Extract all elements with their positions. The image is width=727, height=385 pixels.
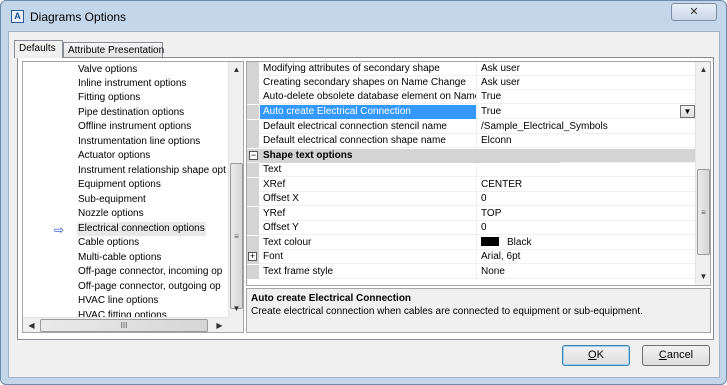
property-value[interactable] — [478, 163, 696, 177]
property-row[interactable]: YRef TOP — [247, 207, 696, 221]
tree-item-instrument-relationship-shape-options[interactable]: Instrument relationship shape opt — [77, 164, 227, 178]
grid-vscroll-thumb[interactable]: ≡ — [697, 169, 710, 255]
property-value[interactable]: CENTER — [478, 178, 696, 192]
property-row[interactable]: XRef CENTER — [247, 178, 696, 192]
defaults-tab-panel: Valve options Inline instrument options … — [17, 57, 714, 340]
title-bar[interactable]: A Diagrams Options ✕ — [1, 1, 726, 31]
tree-hscroll-thumb[interactable]: III — [40, 319, 208, 332]
property-value[interactable]: /Sample_Electrical_Symbols — [478, 120, 696, 134]
property-name: Default electrical connection stencil na… — [260, 120, 477, 134]
expand-icon[interactable]: + — [248, 252, 257, 261]
dialog-body: Attribute Presentation Defaults Valve op… — [8, 31, 720, 378]
property-value[interactable]: TOP — [478, 207, 696, 221]
property-row[interactable]: Default electrical connection shape name… — [247, 134, 696, 148]
property-name: Text colour — [260, 236, 477, 250]
property-value[interactable]: Arial, 6pt — [478, 250, 696, 264]
property-grid: Modifying attributes of secondary shape … — [246, 61, 711, 286]
tree-item-hvac-fitting-options[interactable]: HVAC fitting options — [77, 309, 168, 317]
tree-horizontal-scrollbar[interactable]: ◀ III ▶ — [23, 317, 228, 332]
scroll-down-arrow-icon[interactable]: ▼ — [696, 270, 710, 284]
color-swatch — [481, 236, 499, 246]
tree-vertical-scrollbar[interactable]: ▲ ≡ ▼ — [228, 62, 243, 317]
property-row[interactable]: Offset X 0 — [247, 192, 696, 206]
tree-item-hvac-line-options[interactable]: HVAC line options — [77, 294, 159, 308]
scrollbar-corner — [228, 317, 243, 332]
text-colour-value: Black — [507, 237, 532, 248]
tree-item-cable-options[interactable]: Cable options — [77, 236, 140, 250]
scroll-up-arrow-icon[interactable]: ▲ — [229, 63, 243, 77]
property-value[interactable]: True — [478, 90, 696, 104]
property-description-panel: Auto create Electrical Connection Create… — [246, 288, 711, 333]
tab-defaults[interactable]: Defaults — [14, 40, 63, 58]
property-name: Auto create Electrical Connection — [260, 105, 477, 119]
scroll-up-arrow-icon[interactable]: ▲ — [696, 63, 710, 77]
tree-item-sub-equipment[interactable]: Sub-equipment — [77, 193, 147, 207]
property-name: Offset X — [260, 192, 477, 206]
category-row-shape-text-options[interactable]: − Shape text options — [247, 149, 696, 163]
tree-item-offline-instrument-options[interactable]: Offline instrument options — [77, 120, 192, 134]
dropdown-arrow-icon[interactable]: ▼ — [680, 105, 695, 118]
property-name: Text — [260, 163, 477, 177]
tree-vscroll-thumb[interactable]: ≡ — [230, 163, 243, 309]
close-button[interactable]: ✕ — [671, 3, 717, 21]
scroll-right-arrow-icon[interactable]: ▶ — [212, 319, 227, 332]
property-row[interactable]: Default electrical connection stencil na… — [247, 120, 696, 134]
tree-item-off-page-connector-incoming[interactable]: Off-page connector, incoming op — [77, 265, 223, 279]
property-name: Default electrical connection shape name — [260, 134, 477, 148]
options-tree: Valve options Inline instrument options … — [22, 61, 244, 333]
scroll-down-arrow-icon[interactable]: ▼ — [229, 302, 243, 316]
property-row[interactable]: Text — [247, 163, 696, 177]
description-title: Auto create Electrical Connection — [251, 293, 412, 304]
tree-item-pipe-destination-options[interactable]: Pipe destination options — [77, 106, 185, 120]
property-value[interactable]: 0 — [478, 192, 696, 206]
tree-item-instrumentation-line-options[interactable]: Instrumentation line options — [77, 135, 201, 149]
tree-item-valve-options[interactable]: Valve options — [77, 63, 138, 77]
tree-item-electrical-connection-options[interactable]: Electrical connection options — [77, 222, 206, 236]
category-name: Shape text options — [260, 149, 560, 163]
tree-item-equipment-options[interactable]: Equipment options — [77, 178, 162, 192]
scroll-left-arrow-icon[interactable]: ◀ — [24, 319, 39, 332]
grid-vertical-scrollbar[interactable]: ▲ ≡ ▼ — [695, 62, 710, 285]
property-value[interactable]: Ask user — [478, 76, 696, 90]
property-row[interactable]: + Font Arial, 6pt — [247, 250, 696, 264]
property-name: YRef — [260, 207, 477, 221]
property-name: Text frame style — [260, 265, 477, 279]
property-name: Modifying attributes of secondary shape — [260, 62, 477, 76]
ok-button[interactable]: OK — [562, 345, 630, 366]
property-name: Font — [260, 250, 477, 264]
tab-attribute-presentation[interactable]: Attribute Presentation — [63, 42, 164, 58]
property-name: Offset Y — [260, 221, 477, 235]
property-row-selected[interactable]: Auto create Electrical Connection True ▼ — [247, 105, 696, 119]
description-text: Create electrical connection when cables… — [251, 306, 643, 317]
property-value[interactable]: 0 — [478, 221, 696, 235]
app-logo-icon: A — [11, 10, 24, 23]
property-row[interactable]: Auto-delete obsolete database element on… — [247, 90, 696, 104]
diagrams-options-window: A Diagrams Options ✕ Attribute Presentat… — [0, 0, 727, 385]
tree-item-actuator-options[interactable]: Actuator options — [77, 149, 151, 163]
property-value[interactable]: Ask user — [478, 62, 696, 76]
property-value[interactable]: None — [478, 265, 696, 279]
property-row[interactable]: Text colour Black — [247, 236, 696, 250]
arrow-right-icon: ⇨ — [54, 223, 65, 237]
property-row[interactable]: Modifying attributes of secondary shape … — [247, 62, 696, 76]
property-row[interactable]: Offset Y 0 — [247, 221, 696, 235]
property-row[interactable]: Text frame style None — [247, 265, 696, 279]
property-value[interactable]: Elconn — [478, 134, 696, 148]
tree-item-fitting-options[interactable]: Fitting options — [77, 91, 141, 105]
property-name: XRef — [260, 178, 477, 192]
property-name: Auto-delete obsolete database element on… — [260, 90, 477, 104]
property-value[interactable]: Black — [478, 236, 696, 250]
tree-item-inline-instrument-options[interactable]: Inline instrument options — [77, 77, 187, 91]
tree-item-nozzle-options[interactable]: Nozzle options — [77, 207, 145, 221]
property-value[interactable]: True — [478, 105, 696, 119]
tree-item-off-page-connector-outgoing[interactable]: Off-page connector, outgoing op — [77, 280, 222, 294]
collapse-icon[interactable]: − — [249, 151, 258, 160]
window-title: Diagrams Options — [30, 10, 127, 24]
cancel-button[interactable]: Cancel — [642, 345, 710, 366]
property-name: Creating secondary shapes on Name Change — [260, 76, 477, 90]
property-row[interactable]: Creating secondary shapes on Name Change… — [247, 76, 696, 90]
tree-item-multi-cable-options[interactable]: Multi-cable options — [77, 251, 162, 265]
